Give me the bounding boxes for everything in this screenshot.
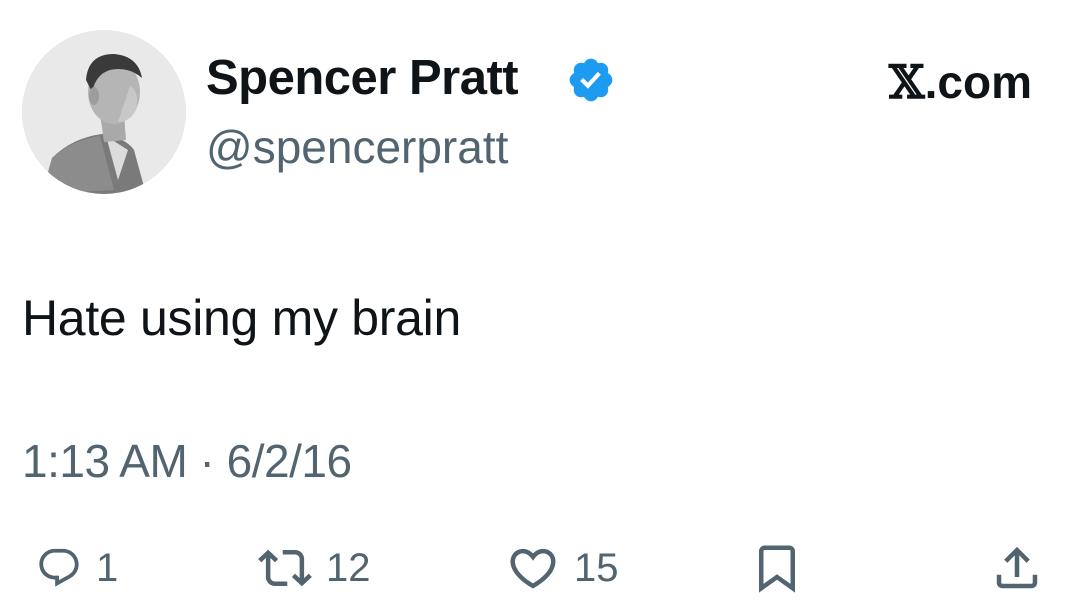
display-name[interactable]: Spencer Pratt bbox=[206, 48, 519, 108]
heart-icon bbox=[510, 548, 556, 589]
retweet-count: 12 bbox=[326, 546, 371, 590]
x-logo-icon: 𝕏 bbox=[888, 55, 925, 109]
like-count: 15 bbox=[574, 546, 619, 590]
brand-domain: .com bbox=[924, 56, 1032, 108]
tweet-text: Hate using my brain bbox=[22, 290, 461, 346]
action-bar: 1 12 15 bbox=[0, 536, 1080, 600]
avatar[interactable] bbox=[22, 30, 186, 194]
user-handle[interactable]: @spencerpratt bbox=[206, 118, 508, 176]
bookmark-button[interactable] bbox=[750, 536, 804, 600]
share-button[interactable] bbox=[990, 536, 1044, 600]
profile-photo bbox=[22, 30, 186, 194]
tweet-timestamp[interactable]: 1:13 AM · 6/2/16 bbox=[22, 432, 352, 490]
verified-badge-icon bbox=[569, 58, 613, 102]
reply-count: 1 bbox=[96, 546, 119, 590]
like-button[interactable]: 15 bbox=[506, 536, 619, 600]
retweet-button[interactable]: 12 bbox=[258, 536, 371, 600]
brand-label: 𝕏 .com bbox=[889, 54, 1032, 110]
retweet-icon bbox=[258, 549, 312, 587]
reply-button[interactable]: 1 bbox=[36, 536, 118, 600]
bookmark-icon bbox=[759, 545, 795, 593]
reply-icon bbox=[39, 548, 79, 587]
share-icon bbox=[996, 546, 1038, 589]
tweet-card: Spencer Pratt @spencerpratt 𝕏 .com Hate u… bbox=[0, 0, 1080, 616]
